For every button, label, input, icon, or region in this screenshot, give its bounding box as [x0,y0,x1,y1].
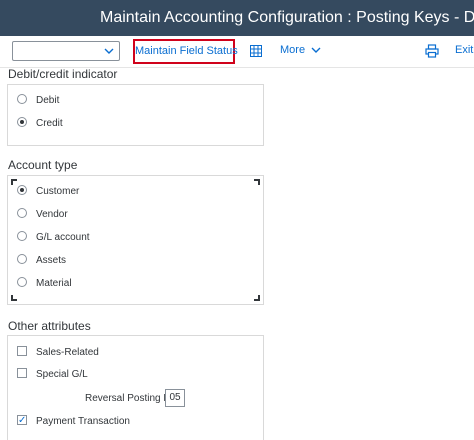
more-label: More [280,44,306,56]
account-type-group: Customer Vendor G/L account Assets Mater… [7,175,264,305]
more-button[interactable]: More [280,44,321,56]
customer-radio[interactable] [17,185,27,196]
vendor-radio[interactable] [17,208,27,219]
vendor-label: Vendor [36,209,68,220]
vendor-option[interactable]: Vendor [17,207,68,223]
debit-credit-title: Debit/credit indicator [8,67,118,81]
variant-select[interactable] [12,41,120,61]
account-type-title: Account type [8,158,78,172]
other-attributes-group: Sales-Related Special G/L Reversal Posti… [7,335,264,440]
customer-option[interactable]: Customer [17,184,79,200]
material-option[interactable]: Material [17,276,72,292]
material-label: Material [36,278,72,289]
credit-label: Credit [36,118,63,129]
gl-account-radio[interactable] [17,231,27,242]
special-gl-checkbox[interactable] [17,368,27,379]
credit-radio[interactable] [17,117,27,128]
gl-account-label: G/L account [36,232,90,243]
special-gl-label: Special G/L [36,369,88,380]
assets-radio[interactable] [17,254,27,265]
sales-related-option[interactable]: Sales-Related [17,345,99,361]
chevron-down-icon [311,47,321,54]
debit-option[interactable]: Debit [17,93,59,109]
debit-credit-group: Debit Credit [7,84,264,146]
assets-label: Assets [36,255,67,266]
special-gl-option[interactable]: Special G/L [17,367,88,383]
sales-related-label: Sales-Related [36,347,99,358]
sales-related-checkbox[interactable] [17,346,27,357]
payment-transaction-label: Payment Transaction [36,416,130,427]
debit-label: Debit [36,95,60,106]
other-attributes-title: Other attributes [8,319,91,333]
assets-option[interactable]: Assets [17,253,66,269]
toolbar: Maintain Field Status More Exit [0,36,474,68]
gl-account-option[interactable]: G/L account [17,230,90,246]
payment-transaction-checkbox[interactable] [17,413,27,429]
maintain-field-status-button[interactable]: Maintain Field Status [133,39,238,64]
credit-option[interactable]: Credit [17,116,63,132]
app-title: Maintain Accounting Configuration : Post… [0,0,474,36]
focus-corner [254,295,260,301]
debit-radio[interactable] [17,94,27,105]
material-radio[interactable] [17,277,27,288]
payment-transaction-option[interactable]: Payment Transaction [17,413,130,430]
print-icon[interactable] [425,44,439,58]
table-grid-icon[interactable] [250,45,262,57]
exit-button[interactable]: Exit [455,44,473,56]
focus-corner [11,295,17,301]
focus-corner [254,179,260,185]
chevron-down-icon [104,48,114,54]
reversal-posting-key-input[interactable]: 05 [165,389,185,407]
customer-label: Customer [36,186,80,197]
